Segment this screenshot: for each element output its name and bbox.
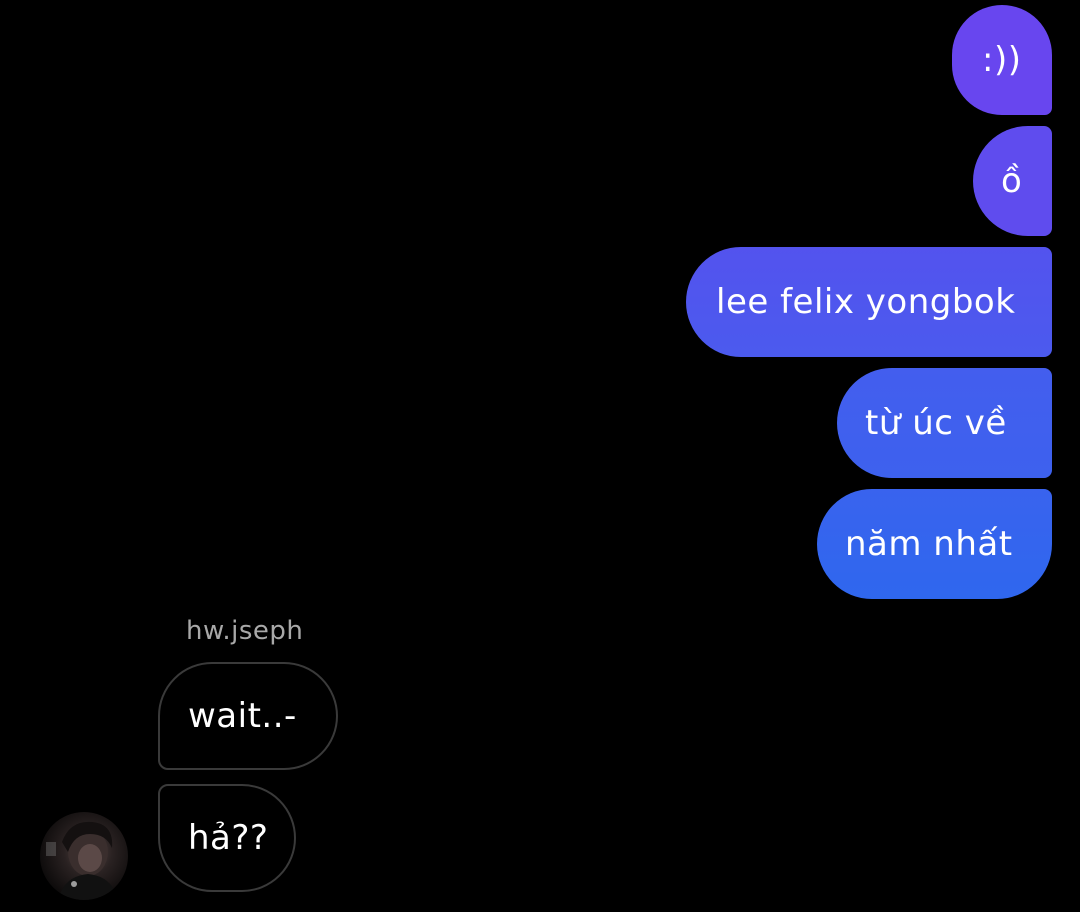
message-text: từ úc về <box>865 403 1007 443</box>
incoming-message[interactable]: wait..- <box>158 662 338 770</box>
sender-name[interactable]: hw.jseph <box>186 616 303 646</box>
message-text: hả?? <box>188 818 269 858</box>
message-text: năm nhất <box>845 524 1013 564</box>
message-text: ồ <box>1001 161 1023 201</box>
outgoing-message[interactable]: năm nhất <box>817 489 1052 599</box>
outgoing-message[interactable]: lee felix yongbok <box>686 247 1052 357</box>
chat-thread: :)) ồ lee felix yongbok từ úc về năm nhấ… <box>0 0 1080 912</box>
outgoing-message[interactable]: từ úc về <box>837 368 1052 478</box>
message-text: :)) <box>982 40 1022 80</box>
outgoing-message[interactable]: :)) <box>952 5 1052 115</box>
profile-photo-icon <box>46 821 118 900</box>
avatar[interactable] <box>40 812 128 900</box>
message-text: wait..- <box>188 696 297 736</box>
incoming-message[interactable]: hả?? <box>158 784 296 892</box>
message-text: lee felix yongbok <box>716 282 1016 322</box>
outgoing-message[interactable]: ồ <box>973 126 1052 236</box>
